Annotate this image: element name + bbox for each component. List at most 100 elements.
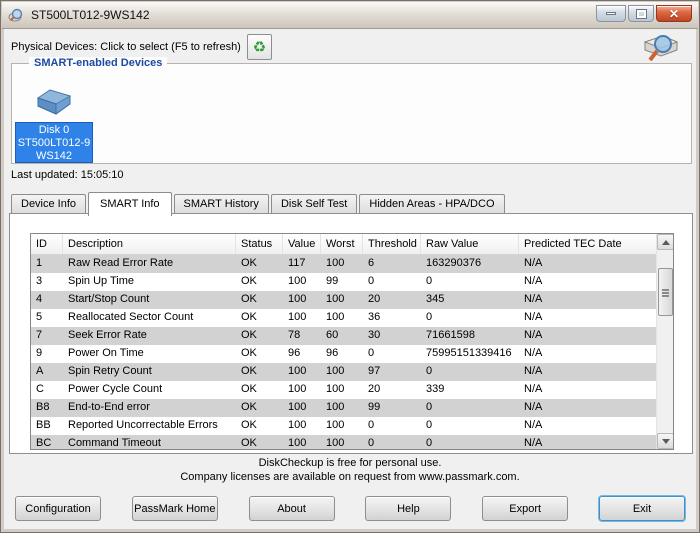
tab-hidden-areas[interactable]: Hidden Areas - HPA/DCO [359,194,504,214]
table-cell: 75995151339416 [421,345,519,363]
export-button[interactable]: Export [482,496,568,521]
table-cell: 100 [321,399,363,417]
vertical-scrollbar[interactable] [656,234,673,449]
passmark-home-button[interactable]: PassMark Home [132,496,218,521]
table-row[interactable]: BCCommand TimeoutOK10010000N/A [31,435,656,449]
table-cell: N/A [519,363,656,381]
table-cell: 0 [421,363,519,381]
table-cell: 78 [283,327,321,345]
table-cell: 100 [321,291,363,309]
device-line-2: ST500LT012-9 [16,137,92,150]
table-cell: B8 [31,399,63,417]
scroll-up-button[interactable] [657,234,674,250]
table-cell: 96 [321,345,363,363]
table-cell: 5 [31,309,63,327]
tab-disk-self-test[interactable]: Disk Self Test [271,194,357,214]
table-cell: Command Timeout [63,435,236,449]
table-cell: Start/Stop Count [63,291,236,309]
table-cell: N/A [519,345,656,363]
disk-magnifier-icon [637,28,683,66]
column-header-id[interactable]: ID [31,234,63,254]
table-cell: N/A [519,327,656,345]
table-cell: 100 [283,435,321,449]
column-header-worst[interactable]: Worst [321,234,363,254]
device-item-disk0[interactable]: Disk 0 ST500LT012-9 WS142 [15,122,93,163]
minimize-button[interactable] [596,5,626,22]
refresh-icon: ♻ [253,40,266,55]
tab-smart-info[interactable]: SMART Info [88,192,172,216]
diskcheckup-window: ST500LT012-9WS142 ✕ Physical Devices: Cl… [0,0,700,533]
table-cell: Power Cycle Count [63,381,236,399]
help-button[interactable]: Help [365,496,451,521]
table-cell: End-to-End error [63,399,236,417]
table-cell: 339 [421,381,519,399]
hard-disk-icon [32,86,74,118]
arrow-up-icon [662,240,670,245]
scroll-down-button[interactable] [657,433,674,449]
about-button[interactable]: About [249,496,335,521]
table-cell: N/A [519,255,656,273]
column-header-description[interactable]: Description [63,234,236,254]
table-row[interactable]: 9Power On TimeOK9696075995151339416N/A [31,345,656,363]
table-cell: 96 [283,345,321,363]
table-cell: 100 [321,417,363,435]
table-cell: 0 [421,435,519,449]
table-cell: N/A [519,309,656,327]
refresh-button[interactable]: ♻ [247,34,272,60]
table-cell: Spin Retry Count [63,363,236,381]
table-cell: OK [236,399,283,417]
maximize-icon [637,10,646,18]
table-cell: 100 [321,435,363,449]
table-row[interactable]: 5Reallocated Sector CountOK100100360N/A [31,309,656,327]
table-cell: OK [236,417,283,435]
table-cell: 99 [363,399,421,417]
table-row[interactable]: CPower Cycle CountOK10010020339N/A [31,381,656,399]
table-row[interactable]: 7Seek Error RateOK78603071661598N/A [31,327,656,345]
table-cell: Spin Up Time [63,273,236,291]
table-row[interactable]: BBReported Uncorrectable ErrorsOK1001000… [31,417,656,435]
close-button[interactable]: ✕ [656,5,692,22]
column-header-raw-value[interactable]: Raw Value [421,234,519,254]
table-cell: 100 [283,399,321,417]
table-body: 1Raw Read Error RateOK1171006163290376N/… [31,255,656,449]
device-line-3: WS142 [16,150,92,163]
title-bar[interactable]: ST500LT012-9WS142 ✕ [2,2,698,29]
table-row[interactable]: 4Start/Stop CountOK10010020345N/A [31,291,656,309]
minimize-icon [606,12,616,15]
table-row[interactable]: B8End-to-End errorOK100100990N/A [31,399,656,417]
column-header-status[interactable]: Status [236,234,283,254]
exit-button[interactable]: Exit [599,496,685,521]
table-cell: 100 [321,381,363,399]
table-cell: BC [31,435,63,449]
table-cell: 7 [31,327,63,345]
configuration-button[interactable]: Configuration [15,496,101,521]
table-cell: OK [236,273,283,291]
table-row[interactable]: 1Raw Read Error RateOK1171006163290376N/… [31,255,656,273]
column-header-value[interactable]: Value [283,234,321,254]
table-row[interactable]: 3Spin Up TimeOK1009900N/A [31,273,656,291]
tab-smart-history[interactable]: SMART History [174,194,269,214]
table-cell: 100 [283,417,321,435]
column-header-tec-date[interactable]: Predicted TEC Date [519,234,656,254]
scrollbar-grip-icon [662,289,669,291]
table-cell: 71661598 [421,327,519,345]
table-cell: 60 [321,327,363,345]
maximize-button[interactable] [628,5,654,22]
table-cell: 0 [421,399,519,417]
table-cell: N/A [519,399,656,417]
table-cell: OK [236,345,283,363]
tab-device-info[interactable]: Device Info [11,194,86,214]
arrow-down-icon [662,439,670,444]
column-header-threshold[interactable]: Threshold [363,234,421,254]
tab-strip: Device Info SMART Info SMART History Dis… [11,192,507,214]
table-cell: 0 [363,417,421,435]
window-title: ST500LT012-9WS142 [31,8,150,22]
table-cell: Raw Read Error Rate [63,255,236,273]
table-cell: 30 [363,327,421,345]
table-cell: Reallocated Sector Count [63,309,236,327]
physical-devices-label: Physical Devices: Click to select (F5 to… [11,41,241,53]
table-row[interactable]: ASpin Retry CountOK100100970N/A [31,363,656,381]
table-cell: OK [236,327,283,345]
scrollbar-thumb[interactable] [658,268,673,316]
smart-attributes-table: ID Description Status Value Worst Thresh… [30,233,674,450]
